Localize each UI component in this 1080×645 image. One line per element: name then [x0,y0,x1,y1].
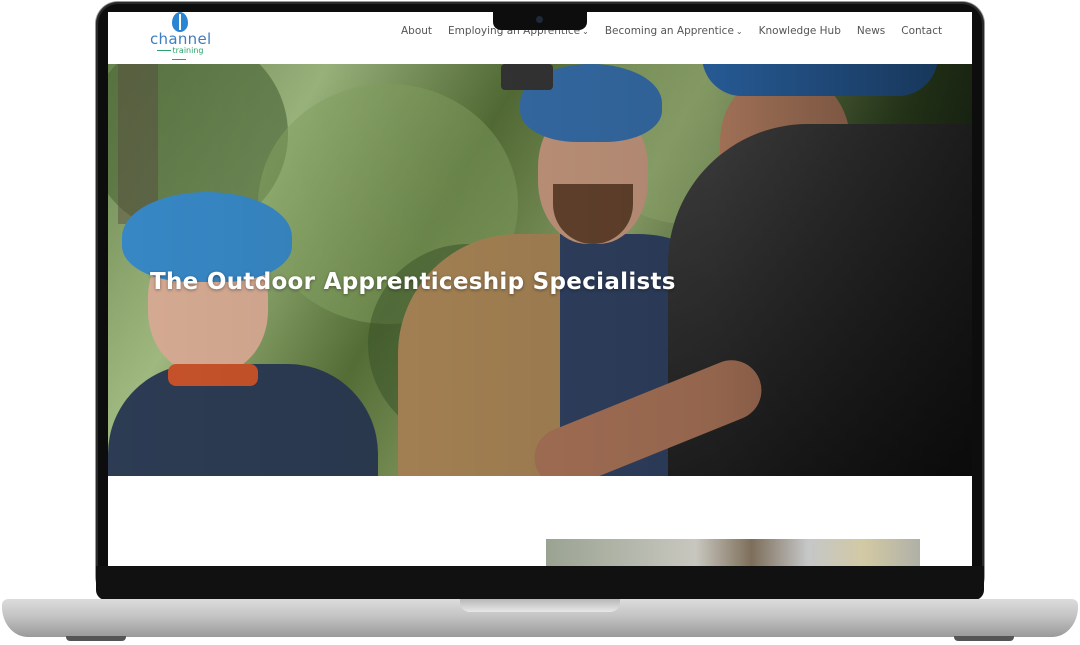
nav-becoming-an-apprentice[interactable]: Becoming an Apprentice ⌄ [605,25,743,37]
hero-heading: The Outdoor Apprenticeship Specialists [150,269,676,296]
camera-icon [536,16,543,23]
laptop-base [2,599,1078,637]
nav-about[interactable]: About [401,25,432,37]
laptop-foot-right [954,636,1014,641]
nav-contact-label: Contact [901,25,943,37]
channel-training-logo[interactable]: channel training [148,12,214,58]
logo-drop-icon [172,12,188,32]
nav-about-label: About [401,25,433,37]
nav-contact[interactable]: Contact [901,25,942,37]
screen-bezel-bottom [96,566,984,600]
nav-becoming-label: Becoming an Apprentice [604,25,734,37]
main-navigation: About Employing an Apprentice ⌄ Becoming … [401,25,958,37]
nav-news[interactable]: News [857,25,885,37]
nav-knowledge-hub-label: Knowledge Hub [758,25,841,37]
logo-subtitle: training [148,46,210,64]
nav-news-label: News [856,25,886,37]
chevron-down-icon: ⌄ [735,27,743,36]
laptop-foot-left [66,636,126,641]
content-image-preview [546,539,920,566]
lid-opening-scoop [460,599,620,612]
nav-knowledge-hub[interactable]: Knowledge Hub [759,25,841,37]
camera-notch [493,10,587,30]
hero-banner: The Outdoor Apprenticeship Specialists [108,64,972,476]
browser-viewport: channel training About Employing an Appr… [108,12,972,566]
